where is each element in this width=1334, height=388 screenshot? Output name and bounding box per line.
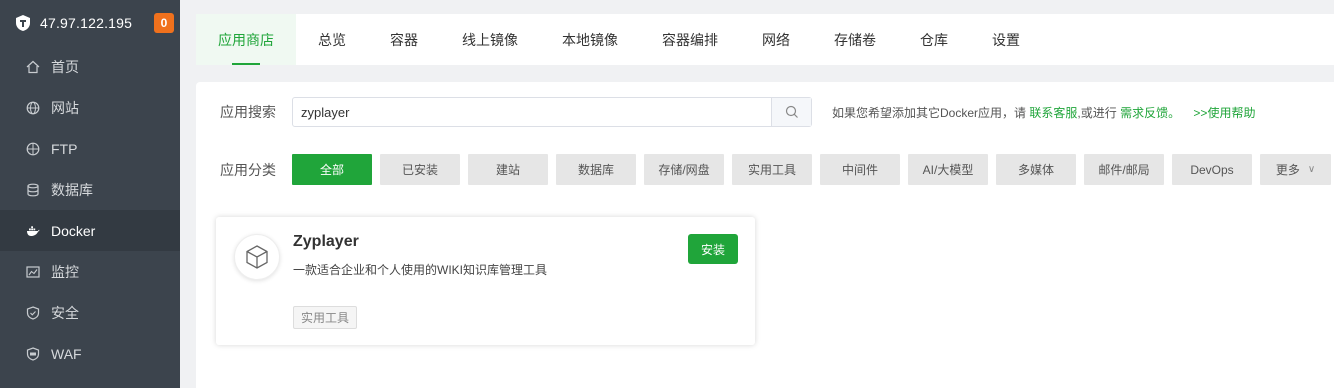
help-link[interactable]: >>使用帮助 <box>1193 106 1255 120</box>
app-description: 一款适合企业和个人使用的WIKI知识库管理工具 <box>293 263 547 277</box>
waf-icon <box>25 346 41 362</box>
docker-tab-bar: 应用商店 总览 容器 线上镜像 本地镜像 容器编排 网络 存储卷 仓库 设置 <box>196 14 1334 65</box>
category-mail[interactable]: 邮件/邮局 <box>1084 154 1164 185</box>
sidebar-item-docker[interactable]: Docker <box>0 210 180 251</box>
category-ai[interactable]: AI/大模型 <box>908 154 988 185</box>
category-media[interactable]: 多媒体 <box>996 154 1076 185</box>
app-card: Zyplayer 一款适合企业和个人使用的WIKI知识库管理工具 实用工具 安装 <box>216 217 755 345</box>
sidebar-item-home[interactable]: 首页 <box>0 46 180 87</box>
category-storage[interactable]: 存储/网盘 <box>644 154 724 185</box>
app-logo <box>234 234 280 280</box>
tab-volumes[interactable]: 存储卷 <box>812 14 898 65</box>
chevron-down-icon: ∨ <box>1307 164 1316 175</box>
monitor-icon <box>25 264 41 280</box>
ftp-icon <box>25 141 41 157</box>
sidebar-item-monitor[interactable]: 监控 <box>0 251 180 292</box>
server-ip[interactable]: 47.97.122.195 <box>40 15 154 31</box>
tab-compose[interactable]: 容器编排 <box>640 14 740 65</box>
search-label: 应用搜索 <box>220 104 276 120</box>
database-icon <box>25 182 41 198</box>
category-all[interactable]: 全部 <box>292 154 372 185</box>
feedback-link[interactable]: 需求反馈。 <box>1120 106 1180 120</box>
category-devops[interactable]: DevOps <box>1172 154 1252 185</box>
sidebar-item-waf[interactable]: WAF <box>0 333 180 374</box>
cube-icon <box>246 245 268 269</box>
bt-logo-icon <box>16 15 30 31</box>
app-name: Zyplayer <box>293 233 359 250</box>
sidebar-item-database[interactable]: 数据库 <box>0 169 180 210</box>
sidebar-header: 47.97.122.195 0 <box>0 0 180 46</box>
tab-containers[interactable]: 容器 <box>368 14 440 65</box>
app-store-panel: 应用搜索 如果您希望添加其它Docker应用，请 联系客服,或进行 需求反馈。 … <box>196 82 1334 388</box>
home-icon <box>25 59 41 75</box>
tab-registry[interactable]: 仓库 <box>898 14 970 65</box>
sidebar-item-label: FTP <box>51 140 78 157</box>
search-hint: 如果您希望添加其它Docker应用，请 联系客服,或进行 需求反馈。 >>使用帮… <box>832 104 1255 121</box>
contact-support-link[interactable]: 联系客服 <box>1029 106 1077 120</box>
search-row: 应用搜索 如果您希望添加其它Docker应用，请 联系客服,或进行 需求反馈。 … <box>220 97 1255 127</box>
sidebar-item-label: 网站 <box>51 99 79 116</box>
sidebar-item-label: 安全 <box>51 304 79 321</box>
install-button[interactable]: 安装 <box>688 234 738 264</box>
category-installed[interactable]: 已安装 <box>380 154 460 185</box>
category-tools[interactable]: 实用工具 <box>732 154 812 185</box>
sidebar-item-label: 数据库 <box>51 181 93 198</box>
sidebar-item-ftp[interactable]: FTP <box>0 128 180 169</box>
search-button[interactable] <box>771 98 811 126</box>
sidebar: 47.97.122.195 0 首页 网站 FTP 数据库 Docker 监控 … <box>0 0 180 388</box>
hint-middle: ,或进行 <box>1077 105 1117 120</box>
hint-prefix: 如果您希望添加其它Docker应用，请 <box>832 105 1027 120</box>
sidebar-item-label: 监控 <box>51 263 79 280</box>
tab-online-images[interactable]: 线上镜像 <box>440 14 540 65</box>
sidebar-item-label: Docker <box>51 222 96 239</box>
category-website[interactable]: 建站 <box>468 154 548 185</box>
search-icon <box>785 105 798 118</box>
sidebar-item-label: 首页 <box>51 58 79 75</box>
shield-icon <box>25 305 41 321</box>
tab-settings[interactable]: 设置 <box>970 14 1042 65</box>
category-label: 应用分类 <box>220 161 276 178</box>
sidebar-item-label: WAF <box>51 345 82 362</box>
more-label: 更多 <box>1275 163 1300 177</box>
category-database[interactable]: 数据库 <box>556 154 636 185</box>
category-middleware[interactable]: 中间件 <box>820 154 900 185</box>
search-input[interactable] <box>293 98 771 126</box>
tab-local-images[interactable]: 本地镜像 <box>540 14 640 65</box>
docker-icon <box>25 223 41 239</box>
sidebar-item-website[interactable]: 网站 <box>0 87 180 128</box>
tab-overview[interactable]: 总览 <box>296 14 368 65</box>
sidebar-item-security[interactable]: 安全 <box>0 292 180 333</box>
notification-badge[interactable]: 0 <box>154 13 174 33</box>
tab-network[interactable]: 网络 <box>740 14 812 65</box>
app-category-tag: 实用工具 <box>293 306 358 329</box>
tab-app-store[interactable]: 应用商店 <box>196 14 296 65</box>
globe-icon <box>25 100 41 116</box>
category-more-dropdown[interactable]: 更多 ∨ <box>1260 154 1331 185</box>
category-row: 应用分类 全部 已安装 建站 数据库 存储/网盘 实用工具 中间件 AI/大模型… <box>220 154 1334 185</box>
search-box <box>292 97 812 127</box>
